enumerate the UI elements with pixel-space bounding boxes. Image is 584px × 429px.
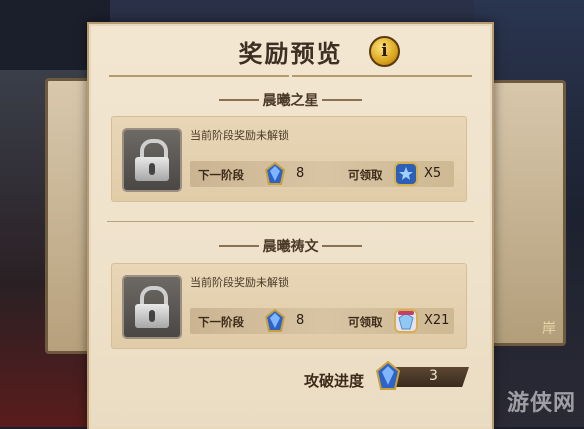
progress-label: 攻破进度 (304, 372, 365, 390)
next-stage-label: 下一阶段 (198, 168, 244, 182)
crystal-gem-icon (264, 309, 286, 332)
next-stage-label: 下一阶段 (198, 315, 244, 329)
next-stage-value: 8 (296, 166, 305, 181)
lock-icon (122, 275, 182, 339)
crystal-gem-icon (375, 361, 401, 390)
crystal-gem-icon (264, 162, 286, 185)
watermark-logo: 游侠网 (506, 391, 576, 416)
title-ornament-left (99, 70, 289, 82)
reward-count: X21 (424, 313, 450, 328)
reward-preview-panel: 奖励预览 i 晨曦之星 当前阶段奖励未解锁 下一阶段 8 可领取 X5 晨曦祷文… (87, 22, 494, 429)
panel-title: 奖励预览 (238, 39, 343, 68)
prayer-reward-icon[interactable] (394, 309, 418, 333)
stage-info-bar: 下一阶段 8 可领取 X5 (190, 161, 454, 187)
status-text: 当前阶段奖励未解锁 (190, 276, 289, 289)
info-button[interactable]: i (369, 36, 400, 67)
claimable-label: 可领取 (348, 315, 383, 329)
section-title: 晨曦祷文 (262, 239, 319, 255)
next-stage-value: 8 (296, 313, 305, 328)
section-header-1: 晨曦之星 (89, 90, 492, 110)
reward-count: X5 (424, 166, 442, 181)
claimable-label: 可领取 (348, 168, 383, 182)
section-header-2: 晨曦祷文 (89, 236, 492, 256)
bg-right-label: 岸 (542, 321, 556, 337)
panel-header: 奖励预览 i (89, 34, 492, 70)
section-title: 晨曦之星 (262, 93, 319, 109)
status-text: 当前阶段奖励未解锁 (190, 129, 289, 142)
stage-info-bar: 下一阶段 8 可领取 X21 (190, 308, 454, 334)
star-reward-icon[interactable] (394, 162, 418, 186)
reward-card-1: 当前阶段奖励未解锁 下一阶段 8 可领取 X5 (111, 116, 467, 202)
lock-icon (122, 128, 182, 192)
section-divider (107, 221, 474, 222)
title-ornament-right (292, 70, 482, 82)
progress-value: 3 (429, 368, 438, 384)
reward-card-2: 当前阶段奖励未解锁 下一阶段 8 可领取 X21 (111, 263, 467, 349)
